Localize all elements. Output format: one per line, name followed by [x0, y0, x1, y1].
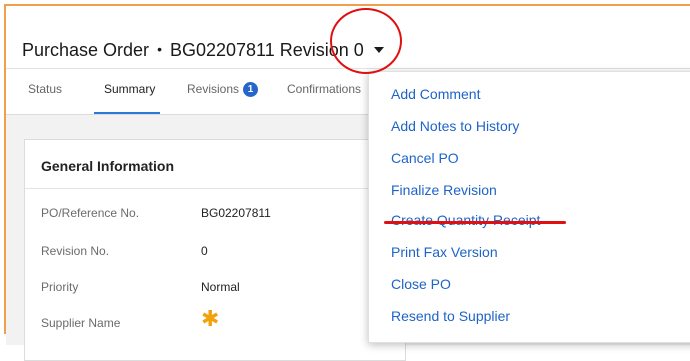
menu-item-create-quantity-receipt[interactable]: Create Quantity Receipt — [391, 212, 540, 228]
tab-status[interactable]: Status — [28, 82, 62, 96]
revision-no-label: Revision No. — [41, 244, 110, 258]
priority-label: Priority — [41, 280, 79, 294]
title-separator: • — [157, 41, 162, 57]
active-tab-indicator — [94, 112, 160, 114]
revisions-count-badge: 1 — [243, 82, 259, 97]
app-frame: Purchase Order • BG02207811 Revision 0 Sta… — [4, 4, 690, 361]
card-divider — [25, 188, 405, 189]
revision-no-value: 0 — [201, 244, 208, 258]
tab-confirmations[interactable]: Confirmations — [287, 82, 361, 96]
menu-item-close-po[interactable]: Close PO — [391, 276, 451, 292]
po-reference-value: BG02207811 — [201, 206, 271, 220]
page-title[interactable]: Purchase Order • BG02207811 Revision 0 — [22, 40, 384, 61]
priority-value: Normal — [201, 280, 240, 294]
document-type: Purchase Order — [22, 40, 150, 60]
supplier-name-label: Supplier Name — [41, 316, 121, 330]
document-number-revision: BG02207811 Revision 0 — [169, 40, 364, 60]
required-asterisk-icon: ✱ — [201, 306, 220, 331]
tab-revisions-label: Revisions — [187, 82, 240, 96]
actions-dropdown-menu: Add Comment Add Notes to History Cancel … — [368, 71, 690, 343]
menu-item-resend-to-supplier[interactable]: Resend to Supplier — [391, 308, 510, 324]
menu-item-cancel-po[interactable]: Cancel PO — [391, 150, 459, 166]
tab-summary[interactable]: Summary — [104, 82, 155, 96]
menu-item-add-notes-to-history[interactable]: Add Notes to History — [391, 118, 519, 134]
caret-down-icon[interactable] — [373, 47, 384, 53]
page-header: Purchase Order • BG02207811 Revision 0 — [6, 6, 690, 69]
card-title: General Information — [41, 158, 175, 174]
tab-revisions[interactable]: Revisions 1 — [187, 82, 259, 98]
menu-item-add-comment[interactable]: Add Comment — [391, 86, 480, 102]
menu-item-finalize-revision[interactable]: Finalize Revision — [391, 182, 497, 198]
menu-item-print-fax-version[interactable]: Print Fax Version — [391, 244, 498, 260]
po-reference-label: PO/Reference No. — [41, 206, 140, 220]
general-information-card: General Information PO/Reference No. BG0… — [24, 139, 406, 361]
